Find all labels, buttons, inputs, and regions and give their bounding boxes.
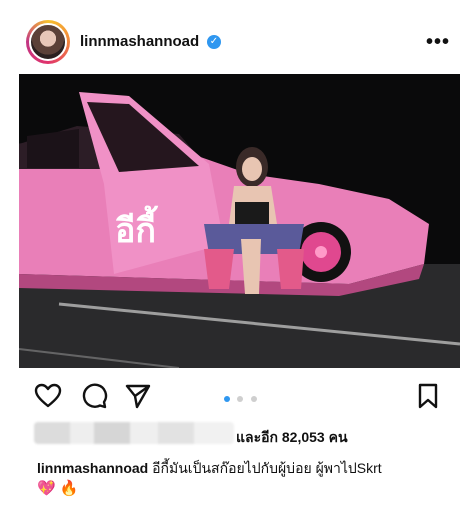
heart-icon[interactable] xyxy=(34,382,62,410)
car-door-text: อีกี้ xyxy=(115,205,158,251)
avatar[interactable] xyxy=(29,23,67,61)
post-header: linnmashannoad ✓ ••• xyxy=(0,0,474,72)
carousel-dot-active xyxy=(224,396,230,402)
caption-emojis: 💖 🔥 xyxy=(37,480,79,497)
story-ring[interactable] xyxy=(26,20,70,64)
comment-icon[interactable] xyxy=(80,382,108,410)
more-options-icon[interactable]: ••• xyxy=(426,31,450,54)
likes-row[interactable]: และอีก 82,053 คน xyxy=(34,420,454,448)
caption: linnmashannoad อีกี้มันเป็นสก๊อยไปกับผู้… xyxy=(37,458,457,499)
post-image[interactable]: อีกี้ xyxy=(19,74,460,368)
carousel-dot xyxy=(250,396,257,402)
caption-username[interactable]: linnmashannoad xyxy=(37,460,148,476)
caption-text: อีกี้มันเป็นสก๊อยไปกับผู้บ่อย ผู้พาไปSkr… xyxy=(152,460,382,476)
send-icon[interactable] xyxy=(124,382,152,410)
username[interactable]: linnmashannoad xyxy=(80,33,199,50)
photo-illustration: อีกี้ xyxy=(19,74,460,368)
verified-badge-icon: ✓ xyxy=(207,35,221,49)
bookmark-icon[interactable] xyxy=(414,382,442,410)
blurred-liker-avatars xyxy=(34,422,234,444)
likes-count[interactable]: และอีก 82,053 คน xyxy=(236,427,348,449)
carousel-indicator xyxy=(224,389,260,402)
